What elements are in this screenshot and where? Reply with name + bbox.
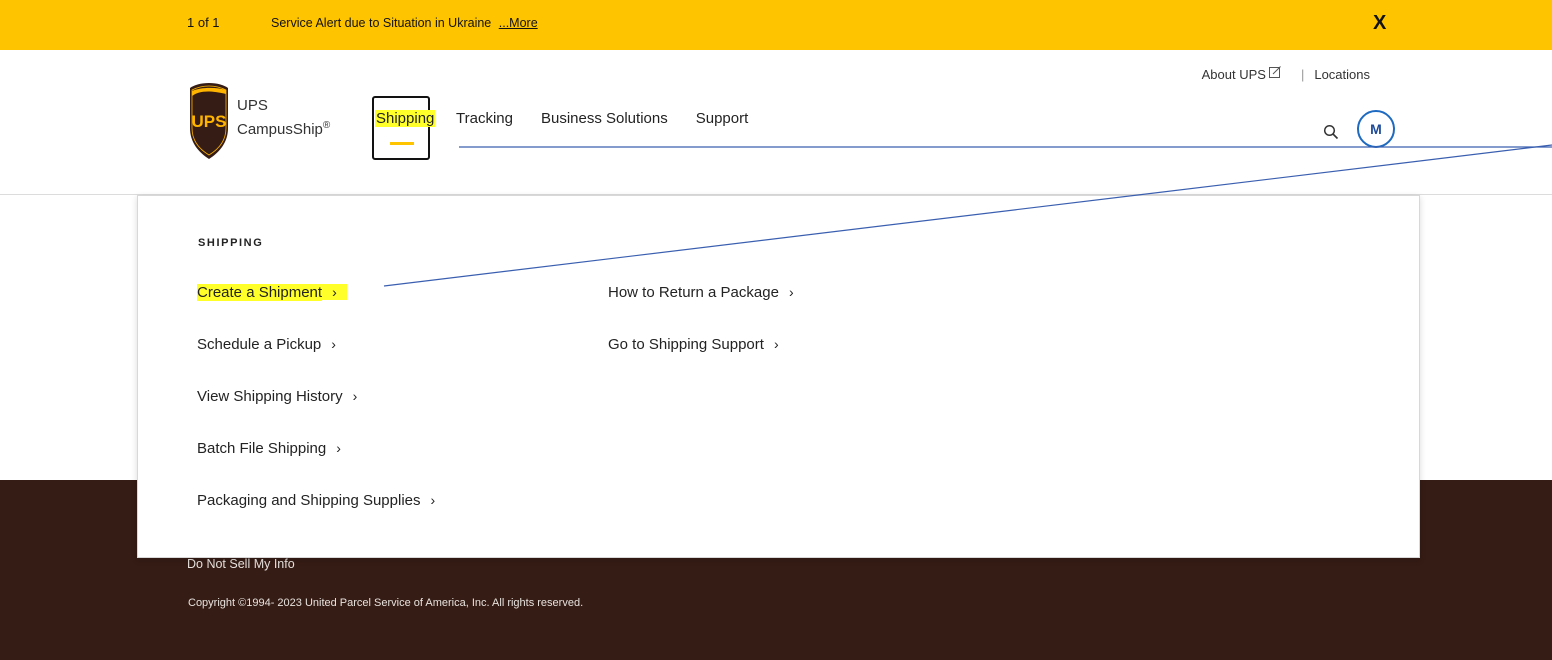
nav-business-solutions[interactable]: Business Solutions [541,96,668,127]
menu-item-label: Go to Shipping Support [608,336,764,353]
chevron-right-icon: › [336,440,341,456]
brand-name: UPS CampusShip® [237,96,330,140]
brand-line1: UPS [237,97,268,114]
menu-item-label: Create a Shipment [197,284,323,301]
about-ups-link[interactable]: About UPS [1201,65,1281,82]
service-alert-bar: 1 of 1 Service Alert due to Situation in… [0,0,1552,50]
menu-item-label: How to Return a Package [608,284,779,301]
nav-support[interactable]: Support [696,96,749,127]
chevron-right-icon: › [788,284,794,300]
chevron-right-icon: › [773,336,779,352]
menu-item-view-shipping-history[interactable]: View Shipping History › [197,388,435,440]
chevron-right-icon: › [331,336,336,352]
user-avatar[interactable]: M [1357,110,1395,148]
logo-text: UPS [192,112,227,131]
menu-item-shipping-support[interactable]: Go to Shipping Support › [608,336,794,388]
utility-separator: | [1300,67,1305,82]
dropdown-column-1: Create a Shipment › Schedule a Pickup › Vi… [197,284,435,544]
copyright-text: Copyright ©1994- 2023 United Parcel Serv… [188,597,584,609]
main-nav: Shipping Tracking Business Solutions Sup… [372,96,776,160]
alert-message-text: Service Alert due to Situation in Ukrain… [271,16,492,30]
dropdown-column-2: How to Return a Package › Go to Shipping … [608,284,794,388]
nav-shipping[interactable]: Shipping [372,96,436,160]
ups-logo[interactable]: UPS [189,82,229,160]
chevron-right-icon: › [322,284,347,300]
alert-close-button[interactable]: X [1373,12,1386,35]
site-header: About UPS | Locations UPS UPS CampusShip… [0,50,1552,195]
menu-item-label: Packaging and Shipping Supplies [197,492,421,509]
menu-item-label: View Shipping History [197,388,343,405]
dropdown-heading: SHIPPING [198,237,264,249]
about-ups-label: About UPS [1201,67,1266,82]
alert-counter: 1 of 1 [187,15,220,30]
chevron-right-icon: › [430,492,436,508]
menu-item-create-shipment[interactable]: Create a Shipment › [197,284,435,336]
nav-tracking[interactable]: Tracking [456,96,513,127]
registered-mark: ® [322,120,331,131]
menu-item-label: Batch File Shipping [197,440,327,457]
shipping-dropdown-menu: SHIPPING Create a Shipment › Schedule a P… [137,195,1420,558]
utility-nav: About UPS | Locations [1201,65,1370,82]
alert-more-link[interactable]: ...More [499,16,538,30]
locations-link[interactable]: Locations [1314,67,1370,82]
chevron-right-icon: › [352,388,358,404]
nav-active-indicator [390,142,414,145]
menu-item-return-package[interactable]: How to Return a Package › [608,284,794,336]
brand-line2-text: CampusShip [237,121,323,138]
menu-item-label: Schedule a Pickup [197,336,322,353]
menu-item-batch-file-shipping[interactable]: Batch File Shipping › [197,440,435,492]
external-link-icon [1268,65,1281,78]
alert-message: Service Alert due to Situation in Ukrain… [271,16,538,30]
do-not-sell-link[interactable]: Do Not Sell My Info [187,557,295,571]
nav-shipping-label: Shipping [375,110,436,127]
menu-item-packaging-supplies[interactable]: Packaging and Shipping Supplies › [197,492,435,544]
menu-item-schedule-pickup[interactable]: Schedule a Pickup › [197,336,435,388]
brand-line2: CampusShip® [237,116,330,140]
search-icon[interactable] [1323,124,1339,140]
